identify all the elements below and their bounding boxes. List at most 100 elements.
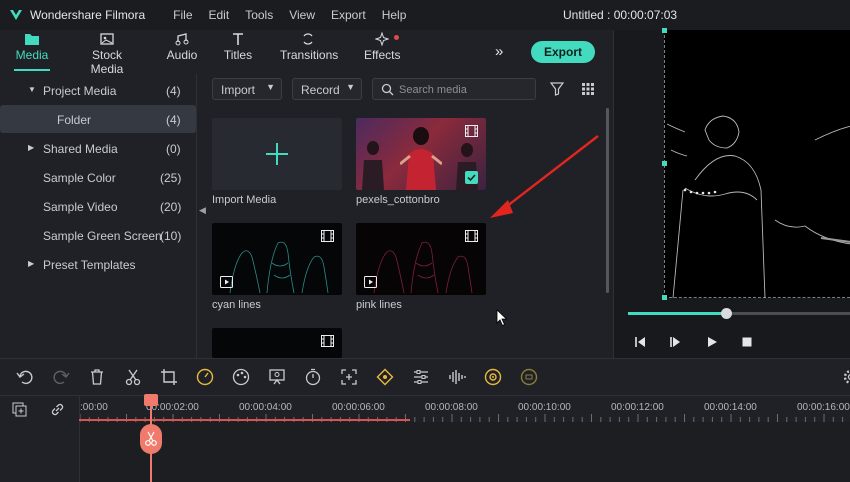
timer-icon[interactable] [304, 368, 322, 386]
sidebar-item-count: (4) [166, 84, 181, 98]
search-box[interactable] [372, 78, 536, 100]
music-note-icon [175, 33, 189, 46]
tab-audio[interactable]: Audio [166, 32, 198, 62]
sidebar-item-sample-green-screen[interactable]: Sample Green Screen (10) [0, 221, 196, 249]
tab-stock-media[interactable]: Stock Media [76, 32, 138, 76]
audio-icon[interactable] [448, 368, 466, 386]
sidebar-item-folder[interactable]: Folder (4) [0, 105, 196, 133]
auto-reframe-icon[interactable] [520, 368, 538, 386]
checkmark-icon [465, 171, 478, 184]
settings-icon[interactable] [842, 368, 850, 386]
tab-label: Stock Media [90, 48, 124, 76]
menu-export[interactable]: Export [331, 8, 366, 22]
chevron-down-icon: ▼ [346, 82, 355, 92]
expand-arrow-icon[interactable]: ▶ [28, 259, 34, 268]
cut-icon[interactable] [124, 368, 142, 386]
scissors-icon [145, 431, 157, 446]
media-thumb-pexels-cottonbro[interactable] [356, 118, 486, 190]
tab-label: Transitions [280, 48, 339, 62]
sidebar-item-sample-color[interactable]: Sample Color (25) [0, 163, 196, 191]
import-dropdown[interactable]: Import ▼ [212, 78, 282, 100]
menu-edit[interactable]: Edit [209, 8, 230, 22]
redo-icon[interactable] [52, 368, 70, 386]
green-screen-icon[interactable] [268, 368, 286, 386]
effects-new-badge [394, 35, 399, 40]
ruler-label: 00:00:12:00 [611, 402, 664, 413]
ruler-label: 00:00:16:00 [797, 402, 850, 413]
previous-frame-icon[interactable] [634, 336, 646, 348]
sidebar-item-label: Shared Media [43, 142, 118, 156]
color-icon[interactable] [232, 368, 250, 386]
timeline-toolbar [0, 358, 850, 396]
sidebar-item-count: (20) [160, 200, 182, 214]
transitions-icon [303, 33, 313, 45]
video-frame-image [400, 127, 442, 190]
grid-view-icon[interactable] [581, 82, 595, 96]
film-icon [465, 125, 478, 137]
collapse-panel-icon[interactable]: » [495, 43, 503, 60]
media-item-label: Import Media [212, 194, 277, 206]
media-thumb-pink-lines[interactable] [356, 223, 486, 295]
video-frame-image [362, 141, 384, 190]
tab-titles[interactable]: Titles [222, 32, 254, 62]
collapse-sidebar-icon[interactable]: ◀ [199, 205, 207, 225]
media-scrollbar[interactable] [606, 108, 609, 293]
ruler-label: 00:00:10:00 [518, 402, 571, 413]
resize-handle[interactable] [662, 161, 667, 166]
timeline-track[interactable] [79, 422, 850, 482]
import-media-tile[interactable] [212, 118, 342, 190]
tab-label: Titles [223, 48, 253, 62]
expand-arrow-icon[interactable]: ▶ [28, 143, 34, 152]
menu-tools[interactable]: Tools [245, 8, 273, 22]
menu-view[interactable]: View [289, 8, 315, 22]
window-title: Untitled : 00:00:07:03 [563, 8, 678, 22]
menu-file[interactable]: File [173, 8, 192, 22]
preview-seek-bar[interactable] [628, 308, 850, 319]
expand-arrow-icon[interactable]: ▼ [28, 85, 36, 94]
import-label: Import [221, 83, 256, 97]
record-dropdown[interactable]: Record ▼ [292, 78, 362, 100]
tab-media[interactable]: Media [14, 32, 50, 71]
add-track-icon[interactable] [12, 402, 27, 417]
stock-media-icon [100, 33, 114, 45]
sidebar-item-label: Folder [57, 113, 92, 127]
resize-handle[interactable] [662, 295, 667, 300]
ruler-label: :00:00 [80, 402, 108, 413]
menu-help[interactable]: Help [382, 8, 407, 22]
search-input[interactable] [399, 82, 529, 97]
export-button[interactable]: Export [531, 41, 595, 63]
video-type-icon [220, 276, 233, 288]
mouse-cursor-icon [496, 309, 508, 327]
motion-track-icon[interactable] [484, 368, 502, 386]
seek-knob[interactable] [720, 308, 732, 319]
stop-icon[interactable] [741, 336, 753, 348]
keyframe-icon[interactable] [376, 368, 394, 386]
speed-icon[interactable] [196, 368, 214, 386]
record-label: Record [301, 83, 340, 97]
resize-handle[interactable] [662, 28, 667, 33]
tab-label: Media [15, 48, 49, 62]
sidebar-item-count: (10) [160, 229, 182, 243]
sidebar-item-shared-media[interactable]: ▶ Shared Media (0) [0, 134, 196, 162]
sidebar-item-project-media[interactable]: ▼ Project Media (4) [0, 76, 196, 104]
playhead-handle[interactable] [144, 394, 158, 406]
crop-icon[interactable] [160, 368, 178, 386]
sidebar-item-preset-templates[interactable]: ▶ Preset Templates [0, 250, 196, 278]
adjust-icon[interactable] [412, 368, 430, 386]
preview-canvas[interactable] [664, 30, 850, 298]
undo-icon[interactable] [16, 368, 34, 386]
tab-transitions[interactable]: Transitions [280, 32, 339, 62]
sidebar-item-sample-video[interactable]: Sample Video (20) [0, 192, 196, 220]
media-thumb-cyan-lines[interactable] [212, 223, 342, 295]
playhead-split-button[interactable] [140, 424, 162, 454]
play-icon[interactable] [706, 336, 718, 348]
media-thumb-partial[interactable] [212, 328, 342, 358]
active-tab-underline [14, 69, 50, 71]
play-frame-icon[interactable] [669, 336, 681, 348]
delete-icon[interactable] [88, 368, 106, 386]
fit-icon[interactable] [340, 368, 358, 386]
ruler-label: 00:00:08:00 [425, 402, 478, 413]
filter-icon[interactable] [550, 82, 564, 96]
tab-label: Effects [364, 48, 401, 62]
link-icon[interactable] [50, 402, 65, 417]
